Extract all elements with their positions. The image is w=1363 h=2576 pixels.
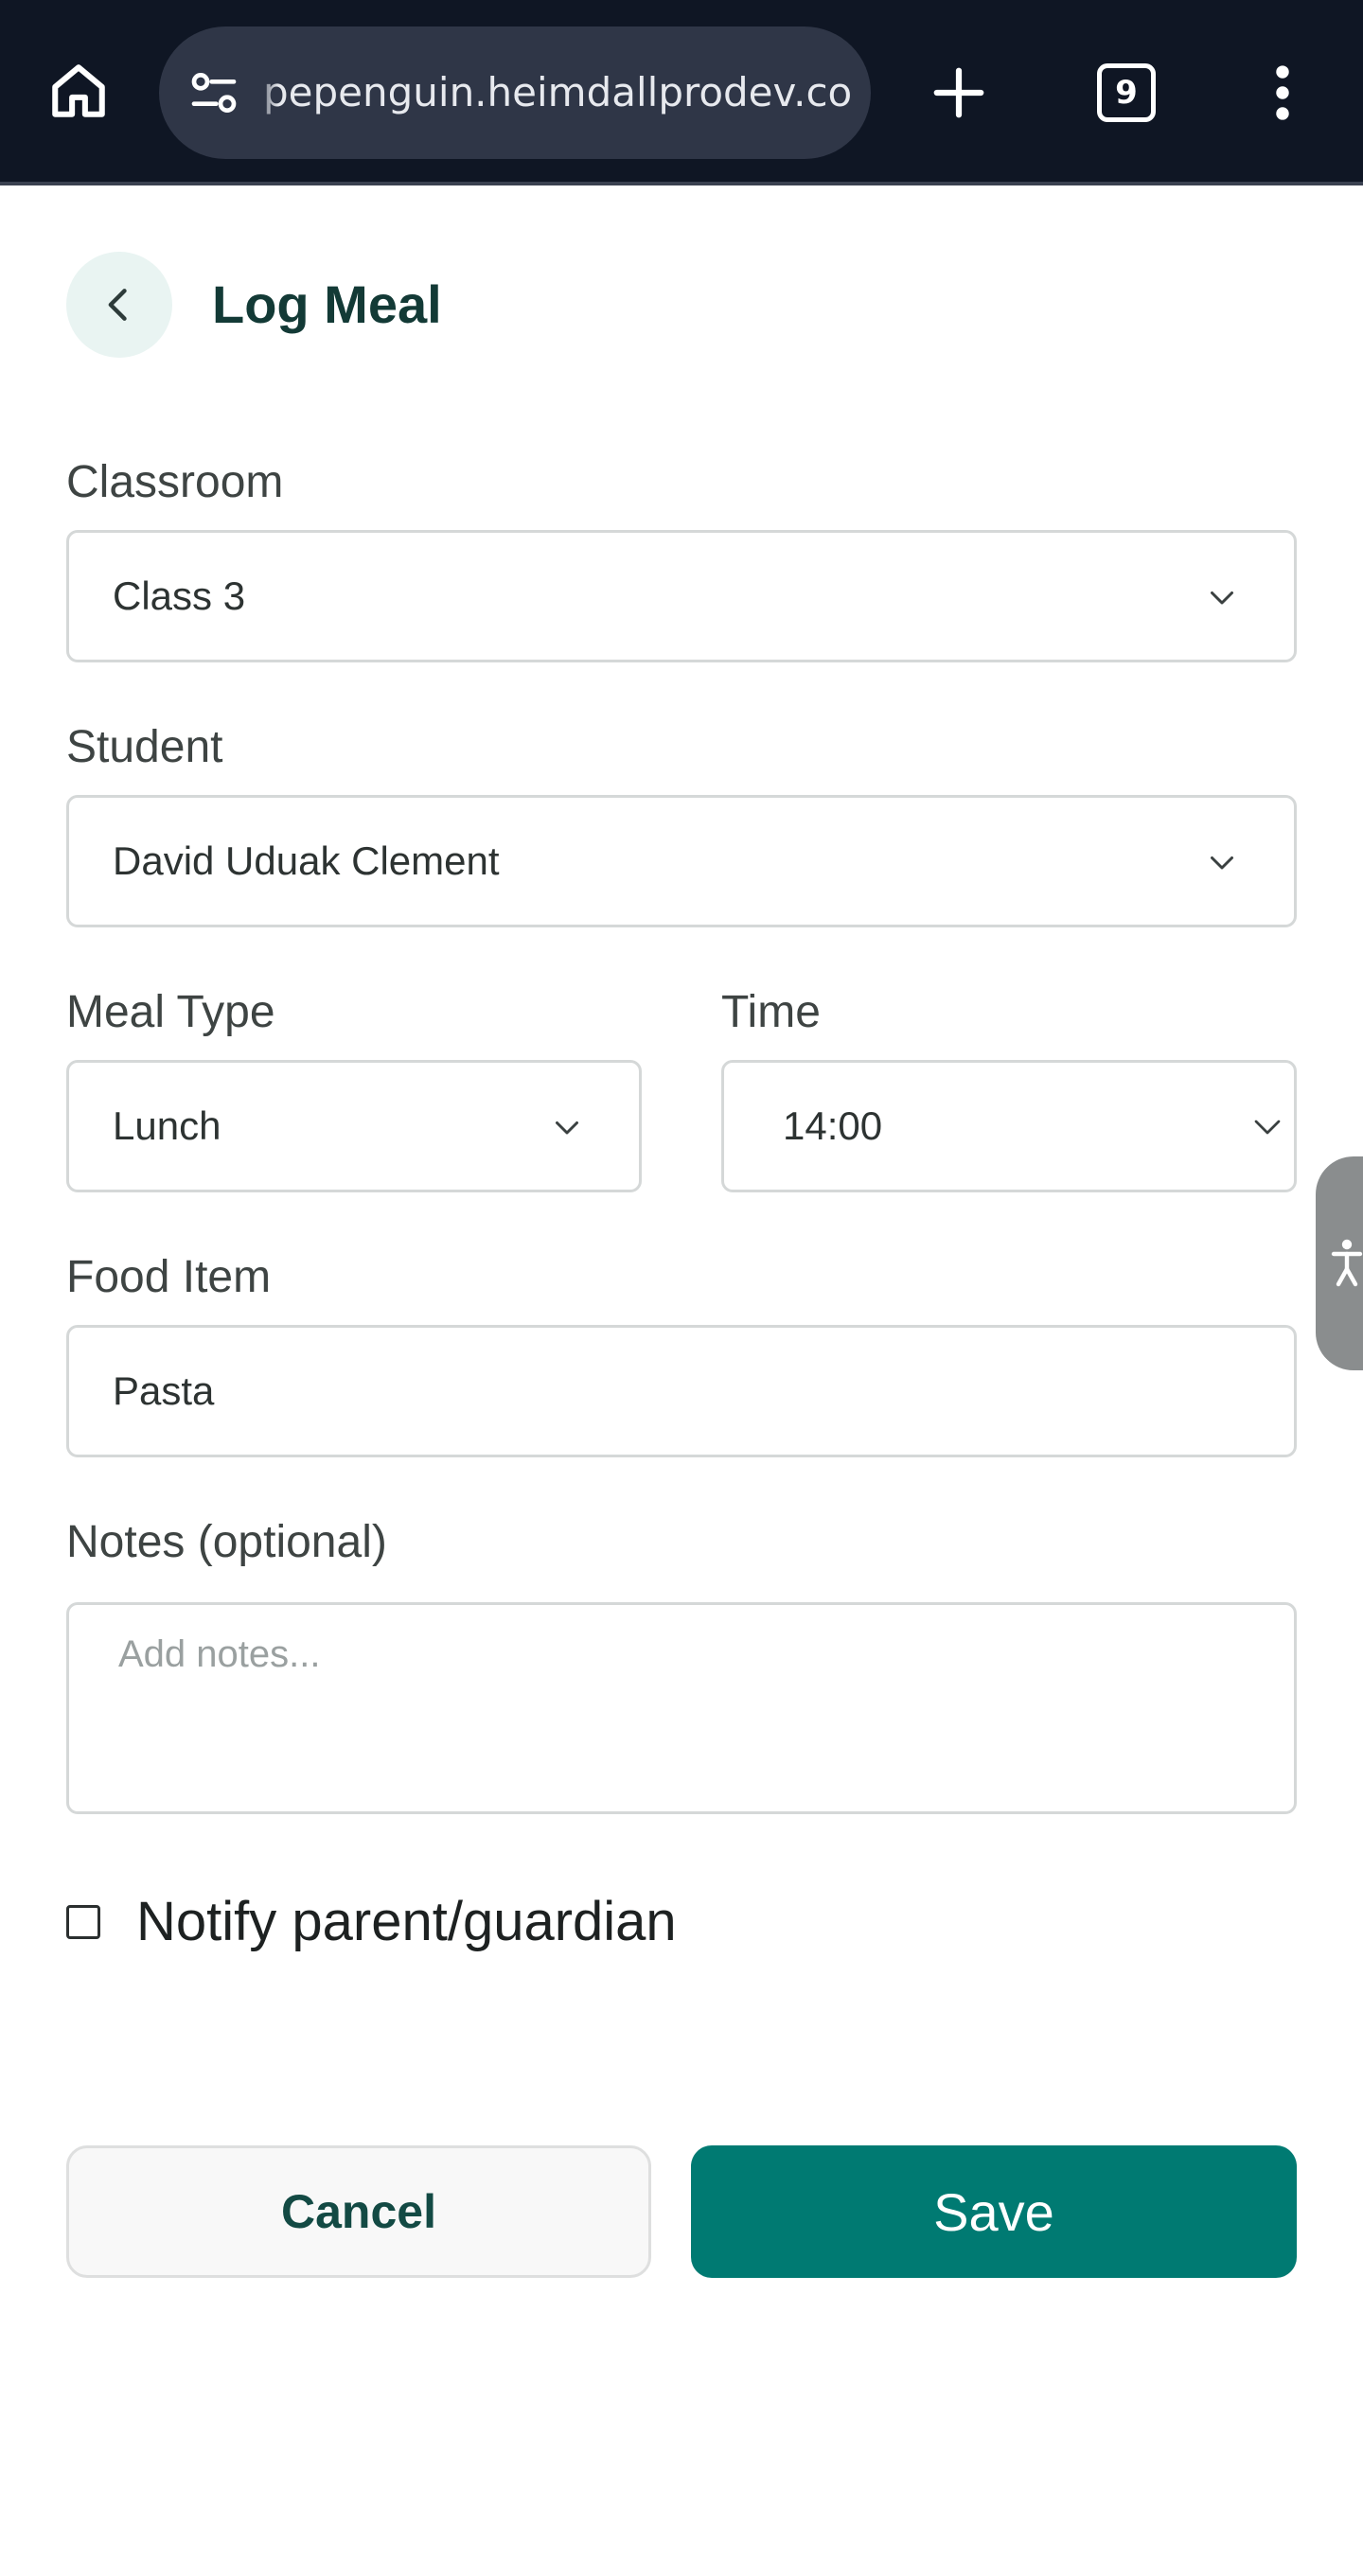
more-vert-icon: [1276, 65, 1289, 120]
notes-textarea[interactable]: Add notes...: [66, 1602, 1297, 1814]
classroom-select[interactable]: Class 3: [66, 530, 1297, 662]
cancel-button[interactable]: Cancel: [66, 2145, 651, 2278]
accessibility-button[interactable]: [1312, 1153, 1363, 1374]
student-label: Student: [66, 722, 223, 772]
time-value: 14:00: [783, 1103, 883, 1148]
student-select[interactable]: David Uduak Clement: [66, 795, 1297, 927]
url-fade: [254, 26, 278, 159]
home-icon: [52, 64, 105, 117]
url-text[interactable]: pepenguin.heimdallprodev.com: [263, 26, 850, 159]
meal-type-select[interactable]: Lunch: [66, 1060, 642, 1192]
chevron-left-icon: [108, 289, 127, 321]
classroom-value: Class 3: [113, 573, 246, 618]
classroom-label: Classroom: [66, 457, 284, 507]
home-button[interactable]: [40, 52, 117, 130]
new-tab-button[interactable]: [918, 52, 1000, 133]
browser-toolbar: pepenguin.heimdallprodev.com 9: [0, 0, 1363, 185]
back-button[interactable]: [66, 252, 172, 358]
food-item-label: Food Item: [66, 1252, 272, 1302]
notify-checkbox[interactable]: [66, 1905, 100, 1939]
notes-placeholder: Add notes...: [118, 1633, 321, 1675]
accessibility-icon: [1331, 1239, 1363, 1287]
chevron-down-icon: [1211, 856, 1233, 870]
page-title: Log Meal: [212, 274, 442, 334]
tab-switcher-button[interactable]: 9: [1089, 59, 1164, 127]
site-settings-button[interactable]: [184, 62, 244, 123]
save-button[interactable]: Save: [691, 2145, 1297, 2278]
meal-type-label: Meal Type: [66, 987, 275, 1037]
time-select[interactable]: 14:00: [721, 1060, 1297, 1192]
address-bar[interactable]: pepenguin.heimdallprodev.com: [159, 26, 871, 159]
time-label: Time: [721, 987, 821, 1037]
student-value: David Uduak Clement: [113, 838, 500, 883]
food-item-value: Pasta: [113, 1368, 215, 1413]
notes-label: Notes (optional): [66, 1517, 387, 1567]
chevron-down-icon: [556, 1121, 578, 1135]
tune-icon: [191, 73, 237, 113]
food-item-input[interactable]: Pasta: [66, 1325, 1297, 1457]
chevron-down-icon: [1211, 591, 1233, 605]
plus-icon: [933, 67, 984, 118]
notify-checkbox-label[interactable]: Notify parent/guardian: [136, 1886, 677, 1958]
chevron-down-icon: [1254, 1120, 1281, 1135]
meal-type-value: Lunch: [113, 1103, 221, 1148]
browser-menu-button[interactable]: [1259, 52, 1306, 133]
tab-count: 9: [1097, 63, 1156, 122]
